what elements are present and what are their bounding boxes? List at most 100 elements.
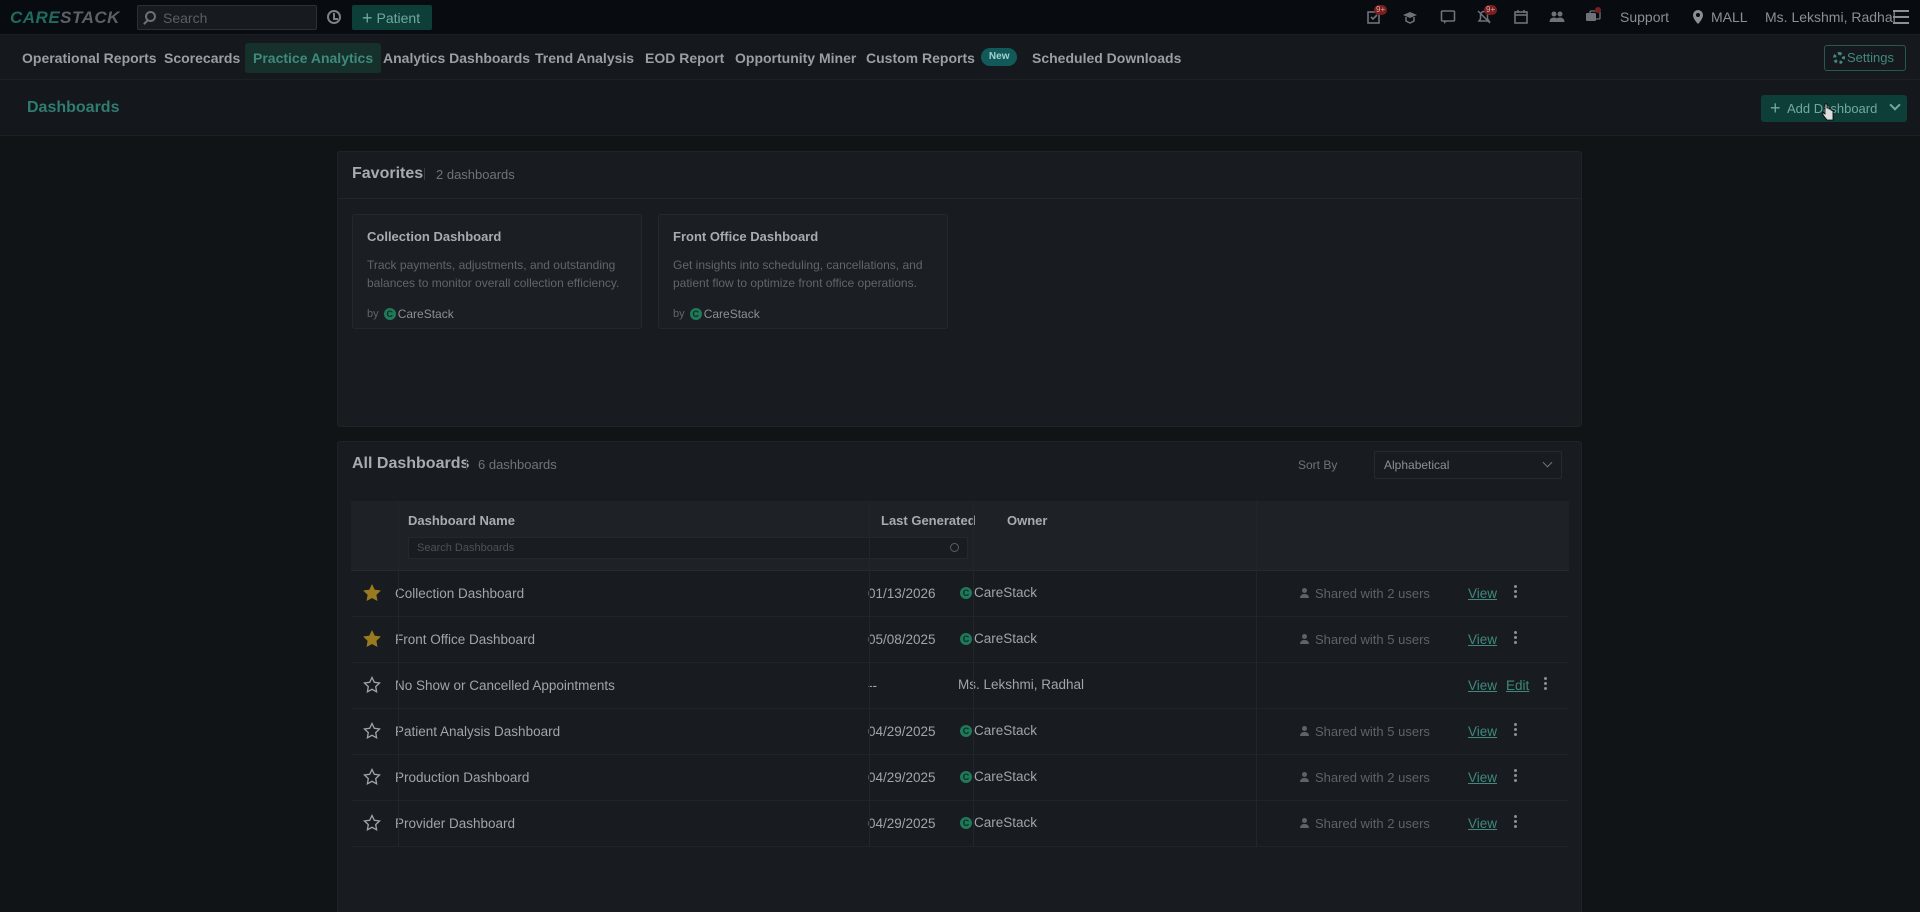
dashboard-name[interactable]: Provider Dashboard	[395, 816, 515, 831]
add-dashboard-button[interactable]: + Add Dashboard	[1761, 95, 1907, 122]
favorite-star-icon[interactable]	[363, 676, 381, 694]
dashboard-name[interactable]: No Show or Cancelled Appointments	[395, 678, 615, 693]
global-search[interactable]	[137, 5, 317, 30]
tab-analytics-dashboards[interactable]: Analytics Dashboards	[375, 43, 538, 73]
shared-with: Shared with 2 users	[1300, 586, 1430, 601]
more-options-icon[interactable]	[1514, 769, 1518, 783]
learning-icon[interactable]	[1402, 9, 1418, 25]
new-badge: New	[980, 48, 1018, 67]
view-link[interactable]: View	[1468, 770, 1497, 785]
favorites-panel: Favorites 2 dashboards Collection Dashbo…	[337, 151, 1582, 427]
shared-users-icon	[1300, 634, 1311, 644]
edit-link[interactable]: Edit	[1506, 678, 1529, 693]
chevron-down-icon	[1542, 457, 1553, 468]
view-link[interactable]: View	[1468, 724, 1497, 739]
favorites-count: 2 dashboards	[436, 167, 515, 182]
dashboard-name[interactable]: Patient Analysis Dashboard	[395, 724, 560, 739]
carestack-logo[interactable]: CARESTACK	[10, 8, 120, 28]
all-dashboards-count: 6 dashboards	[478, 457, 557, 472]
table-row[interactable]: Provider Dashboard 04/29/2025 C CareStack Sh…	[351, 801, 1569, 847]
carestack-icon: C	[960, 587, 972, 600]
more-options-icon[interactable]	[1514, 723, 1518, 737]
column-dashboard-name[interactable]: Dashboard Name	[408, 513, 515, 528]
table-row[interactable]: No Show or Cancelled Appointments -- Ms. L…	[351, 663, 1569, 709]
tab-custom-reports[interactable]: Custom Reports New	[858, 43, 1025, 73]
favorite-star-icon[interactable]	[363, 722, 381, 740]
shared-with: Shared with 5 users	[1300, 724, 1430, 739]
column-last-generated[interactable]: Last Generated	[881, 513, 976, 528]
page-title: Dashboards	[27, 99, 120, 116]
more-options-icon[interactable]	[1514, 585, 1518, 599]
alerts-icon[interactable]: 9+	[1476, 5, 1498, 25]
tab-scheduled-downloads[interactable]: Scheduled Downloads	[1024, 43, 1189, 73]
view-link[interactable]: View	[1468, 586, 1497, 601]
owner: C CareStack	[958, 585, 1037, 600]
view-link[interactable]: View	[1468, 678, 1497, 693]
dashboard-search[interactable]	[408, 537, 968, 559]
dashboard-name[interactable]: Front Office Dashboard	[395, 632, 535, 647]
view-link[interactable]: View	[1468, 632, 1497, 647]
users-icon[interactable]	[1549, 9, 1565, 25]
favorite-star-icon[interactable]	[363, 584, 381, 602]
tab-operational-reports[interactable]: Operational Reports	[14, 43, 165, 73]
location-pin-icon	[1690, 9, 1706, 25]
tab-trend-analysis[interactable]: Trend Analysis	[527, 43, 642, 73]
history-icon[interactable]	[327, 10, 341, 24]
tab-eod-report[interactable]: EOD Report	[637, 43, 732, 73]
plus-icon: +	[1770, 98, 1781, 118]
favorite-star-icon[interactable]	[363, 814, 381, 832]
more-options-icon[interactable]	[1544, 677, 1548, 691]
tab-practice-analytics[interactable]: Practice Analytics	[245, 43, 382, 73]
chevron-down-icon	[1889, 99, 1901, 111]
view-link[interactable]: View	[1468, 816, 1497, 831]
hamburger-menu-icon[interactable]	[1893, 10, 1909, 24]
table-row[interactable]: Collection Dashboard 01/13/2026 C CareStack…	[351, 571, 1569, 617]
dashboard-search-input[interactable]	[417, 538, 937, 558]
col-div-date	[973, 501, 974, 847]
tab-scorecards[interactable]: Scorecards	[156, 43, 248, 73]
sort-by-select[interactable]: Alphabetical	[1374, 451, 1562, 479]
dashboard-name[interactable]: Collection Dashboard	[395, 586, 524, 601]
shared-users-icon	[1300, 772, 1311, 782]
favorites-title: Favorites	[352, 165, 424, 182]
page-header: Dashboards + Add Dashboard	[0, 80, 1920, 136]
settings-button[interactable]: Settings	[1824, 45, 1906, 71]
add-patient-button[interactable]: + Patient	[352, 5, 432, 30]
favorite-star-icon[interactable]	[363, 630, 381, 648]
support-link[interactable]: Support	[1620, 9, 1669, 25]
col-div-star	[398, 501, 399, 847]
card-description: Get insights into scheduling, cancellati…	[673, 258, 923, 290]
tab-opportunity-miner[interactable]: Opportunity Miner	[727, 43, 864, 73]
last-generated: 04/29/2025	[868, 724, 936, 739]
shared-with: Shared with 5 users	[1300, 632, 1430, 647]
all-dashboards-panel: All Dashboards 6 dashboards Sort By Alph…	[337, 441, 1582, 912]
alerts-badge: 9+	[1484, 5, 1498, 15]
table-row[interactable]: Patient Analysis Dashboard 04/29/2025 C Car…	[351, 709, 1569, 755]
table-row[interactable]: Front Office Dashboard 05/08/2025 C CareSta…	[351, 617, 1569, 663]
search-icon	[145, 11, 156, 22]
owner: C CareStack	[958, 815, 1037, 830]
owner: C CareStack	[958, 723, 1037, 738]
user-menu[interactable]: Ms. Lekshmi, Radhal	[1765, 9, 1896, 25]
favorite-card[interactable]: Collection Dashboard Track payments, adj…	[352, 214, 642, 329]
carestack-icon: C	[689, 308, 702, 320]
shared-users-icon	[1300, 588, 1311, 598]
carestack-icon: C	[960, 725, 972, 738]
messages-icon[interactable]	[1585, 7, 1601, 25]
card-title: Collection Dashboard	[367, 229, 502, 244]
favorite-card[interactable]: Front Office Dashboard Get insights into…	[658, 214, 948, 329]
more-options-icon[interactable]	[1514, 815, 1518, 829]
table-row[interactable]: Production Dashboard 04/29/2025 C CareStack…	[351, 755, 1569, 801]
calendar-icon[interactable]	[1513, 9, 1529, 25]
dashboard-name[interactable]: Production Dashboard	[395, 770, 529, 785]
chat-icon[interactable]	[1440, 9, 1456, 25]
location-selector[interactable]: MALL	[1711, 9, 1748, 25]
favorite-star-icon[interactable]	[363, 768, 381, 786]
owner: C CareStack	[958, 769, 1037, 784]
global-search-input[interactable]	[163, 6, 313, 29]
more-options-icon[interactable]	[1514, 631, 1518, 645]
card-title: Front Office Dashboard	[673, 229, 819, 244]
owner: C CareStack	[958, 631, 1037, 646]
tasks-icon[interactable]: 9+	[1366, 5, 1388, 25]
column-owner[interactable]: Owner	[1007, 513, 1047, 528]
